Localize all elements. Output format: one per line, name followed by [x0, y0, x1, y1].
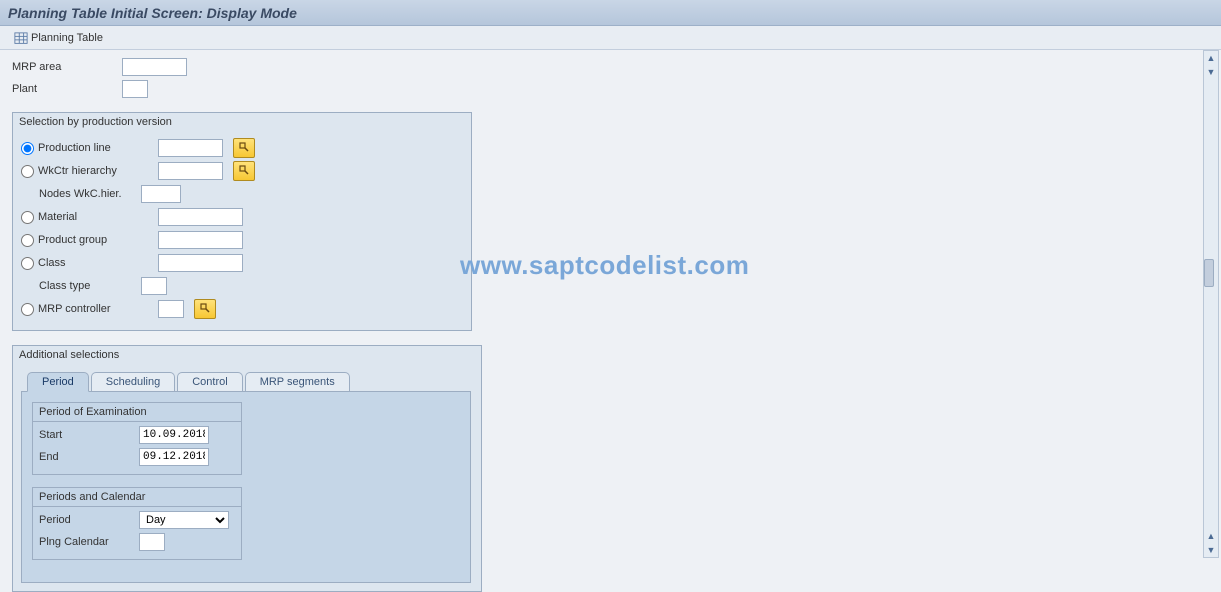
production-line-radio[interactable]	[21, 142, 34, 155]
wkctr-hierarchy-label: WkCtr hierarchy	[38, 165, 158, 177]
material-radio[interactable]	[21, 211, 34, 224]
product-group-label: Product group	[38, 234, 158, 246]
nodes-wkc-hier-label: Nodes WkC.hier.	[39, 188, 141, 200]
search-help-icon	[238, 141, 250, 156]
plng-calendar-input[interactable]	[139, 533, 165, 551]
scroll-track[interactable]	[1204, 79, 1218, 529]
vertical-scrollbar[interactable]: ▲ ▼ ▲ ▼	[1203, 50, 1219, 558]
mrp-area-row: MRP area	[12, 58, 1209, 76]
product-group-radio[interactable]	[21, 234, 34, 247]
wkctr-hierarchy-radio[interactable]	[21, 165, 34, 178]
wkctr-hierarchy-input[interactable]	[158, 162, 223, 180]
periods-and-calendar-group: Periods and Calendar Period Day Plng Cal…	[32, 487, 242, 560]
tab-control[interactable]: Control	[177, 372, 242, 392]
tab-scheduling[interactable]: Scheduling	[91, 372, 175, 392]
end-label: End	[39, 451, 139, 463]
selection-groupbox: Selection by production version Producti…	[12, 112, 472, 331]
class-input[interactable]	[158, 254, 243, 272]
page-title: Planning Table Initial Screen: Display M…	[8, 5, 297, 21]
class-radio[interactable]	[21, 257, 34, 270]
plant-label: Plant	[12, 83, 122, 95]
tabstrip: Period Scheduling Control MRP segments	[13, 371, 481, 391]
period-of-examination-group: Period of Examination Start End	[32, 402, 242, 475]
mrp-controller-radio[interactable]	[21, 303, 34, 316]
scroll-down-arrow2-icon[interactable]: ▼	[1204, 543, 1218, 557]
start-label: Start	[39, 429, 139, 441]
wkctr-hierarchy-search-button[interactable]	[233, 161, 255, 181]
mrp-controller-label: MRP controller	[38, 303, 158, 315]
search-help-icon	[238, 164, 250, 179]
production-line-search-button[interactable]	[233, 138, 255, 158]
mrp-controller-input[interactable]	[158, 300, 184, 318]
content-area: MRP area Plant Selection by production v…	[0, 50, 1221, 560]
plant-row: Plant	[12, 80, 1209, 98]
period-select[interactable]: Day	[139, 511, 229, 529]
nodes-wkc-hier-input[interactable]	[141, 185, 181, 203]
search-help-icon	[199, 302, 211, 317]
period-label: Period	[39, 514, 139, 526]
production-line-input[interactable]	[158, 139, 223, 157]
additional-groupbox: Additional selections Period Scheduling …	[12, 345, 482, 592]
plant-input[interactable]	[122, 80, 148, 98]
class-label: Class	[38, 257, 158, 269]
planning-table-icon	[14, 32, 28, 44]
scroll-down-arrow-icon[interactable]: ▼	[1204, 65, 1218, 79]
scroll-up-arrow-icon[interactable]: ▲	[1204, 51, 1218, 65]
mrp-area-label: MRP area	[12, 61, 122, 73]
start-date-input[interactable]	[139, 426, 209, 444]
plng-calendar-label: Plng Calendar	[39, 536, 139, 548]
product-group-input[interactable]	[158, 231, 243, 249]
class-type-label: Class type	[39, 280, 141, 292]
material-input[interactable]	[158, 208, 243, 226]
tab-period[interactable]: Period	[27, 372, 89, 392]
end-date-input[interactable]	[139, 448, 209, 466]
material-label: Material	[38, 211, 158, 223]
period-of-examination-title: Period of Examination	[33, 403, 241, 422]
tab-mrp-segments[interactable]: MRP segments	[245, 372, 350, 392]
scroll-thumb[interactable]	[1204, 259, 1214, 287]
production-line-label: Production line	[38, 142, 158, 154]
scroll-up-arrow2-icon[interactable]: ▲	[1204, 529, 1218, 543]
page-title-bar: Planning Table Initial Screen: Display M…	[0, 0, 1221, 26]
selection-groupbox-title: Selection by production version	[13, 113, 471, 132]
class-type-input[interactable]	[141, 277, 167, 295]
tab-panel-period: Period of Examination Start End Periods …	[21, 391, 471, 583]
additional-groupbox-title: Additional selections	[13, 346, 481, 365]
mrp-area-input[interactable]	[122, 58, 187, 76]
mrp-controller-search-button[interactable]	[194, 299, 216, 319]
planning-table-button[interactable]: Planning Table	[8, 30, 109, 46]
planning-table-button-label: Planning Table	[31, 32, 103, 44]
periods-and-calendar-title: Periods and Calendar	[33, 488, 241, 507]
app-toolbar: Planning Table	[0, 26, 1221, 50]
